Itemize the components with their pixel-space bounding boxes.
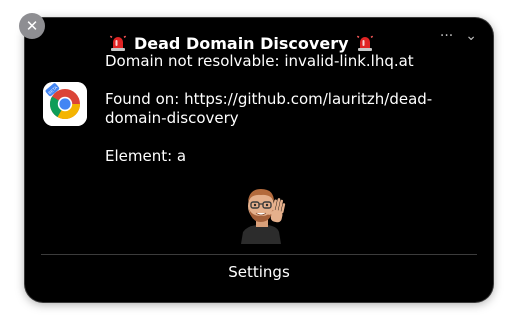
notification-controls: ··· ⌄ [440, 28, 477, 44]
element-line: Element: a [105, 147, 187, 165]
close-icon[interactable]: ✕ [19, 13, 45, 39]
siren-icon [356, 35, 373, 51]
settings-button[interactable]: Settings [25, 261, 493, 283]
notification-banner[interactable]: BETA ··· ⌄ Dead Domain Discovery Domain … [25, 18, 493, 302]
notification-body: Domain not resolvable: invalid-link.lhq.… [105, 52, 475, 166]
divider [41, 254, 477, 255]
chevron-down-icon[interactable]: ⌄ [465, 28, 477, 44]
chrome-beta-icon: BETA [43, 82, 87, 126]
siren-icon [109, 35, 127, 51]
notification-title-row: Dead Domain Discovery [109, 32, 374, 54]
memoji-waving-icon [241, 189, 286, 244]
notification-title: Dead Domain Discovery [134, 33, 349, 53]
found-on-line: Found on: https://github.com/lauritzh/de… [105, 90, 433, 127]
domain-line: Domain not resolvable: invalid-link.lhq.… [105, 52, 414, 70]
more-options-icon[interactable]: ··· [440, 28, 453, 44]
